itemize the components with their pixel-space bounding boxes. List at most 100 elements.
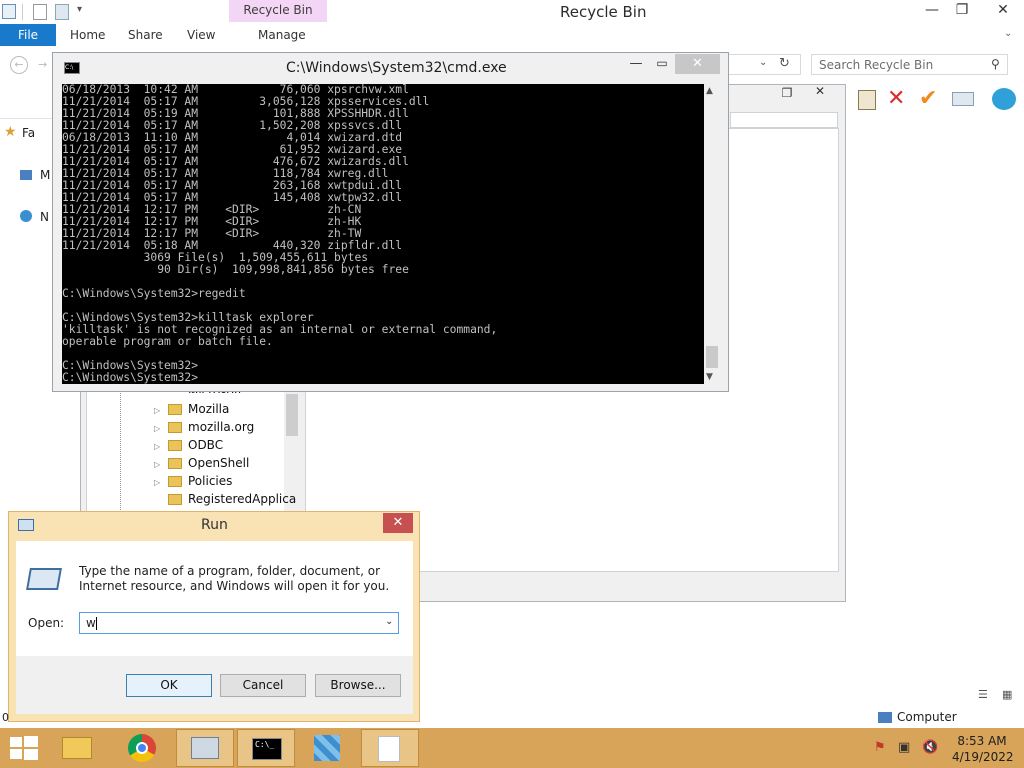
nav-item-favorites[interactable]: Fa xyxy=(22,126,35,140)
open-label: Open: xyxy=(28,616,65,630)
quick-access-dropdown-icon[interactable]: ▾ xyxy=(77,4,82,15)
taskbar-clock[interactable]: 8:53 AM 4/19/2022 xyxy=(952,733,1014,765)
minimize-button[interactable]: — xyxy=(918,0,946,22)
taskbar-task-manager[interactable] xyxy=(176,729,234,767)
tab-share[interactable]: Share xyxy=(128,24,163,46)
taskbar-cmd[interactable]: C:\_ xyxy=(237,729,295,767)
properties-icon[interactable] xyxy=(33,4,47,20)
cmd-icon: C:\_ xyxy=(252,738,282,760)
taskbar-file-explorer[interactable] xyxy=(50,729,108,767)
cmd-scrollbar[interactable] xyxy=(704,84,720,384)
maximize-button[interactable]: ❐ xyxy=(948,0,976,22)
search-input[interactable]: Search Recycle Bin xyxy=(811,54,1008,75)
nav-item-computer[interactable]: M xyxy=(40,168,50,182)
address-dropdown-icon[interactable]: ⌄ xyxy=(759,57,767,68)
cmd-close-button[interactable]: ✕ xyxy=(675,54,720,74)
clock-date: 4/19/2022 xyxy=(952,750,1014,764)
clock-time: 8:53 AM xyxy=(957,734,1007,748)
volume-muted-icon[interactable]: 🔇 xyxy=(922,740,938,755)
tree-item-odbc[interactable]: ODBC xyxy=(188,438,223,452)
delete-x-icon[interactable]: ✕ xyxy=(887,86,905,111)
folder-icon xyxy=(168,476,182,487)
tab-file[interactable]: File xyxy=(0,24,56,46)
regedit-close-button[interactable]: ✕ xyxy=(805,84,835,100)
tab-manage[interactable]: Manage xyxy=(258,24,306,46)
scroll-up-icon[interactable]: ▲ xyxy=(706,86,713,96)
cmd-title: C:\Windows\System32\cmd.exe xyxy=(286,60,507,76)
nav-item-network[interactable]: N xyxy=(40,210,49,224)
folder-icon xyxy=(168,440,182,451)
tree-item-registeredapplications[interactable]: RegisteredApplica xyxy=(188,492,296,506)
browse-button[interactable]: Browse... xyxy=(315,674,401,697)
cmd-line: C:\Windows\System32> xyxy=(62,371,199,384)
star-icon: ★ xyxy=(4,124,17,140)
network-tray-icon[interactable]: ▣ xyxy=(898,740,910,755)
cmd-scroll-thumb[interactable] xyxy=(706,346,718,368)
open-dropdown-chevron-icon[interactable]: ⌄ xyxy=(385,616,393,627)
run-title-icon xyxy=(18,519,34,531)
explorer-title-bar xyxy=(0,0,1024,24)
divider xyxy=(22,4,23,20)
tab-home[interactable]: Home xyxy=(70,24,105,46)
close-button[interactable]: ✕ xyxy=(982,0,1024,22)
details-view-icon[interactable]: ☰ xyxy=(978,688,988,701)
document-icon xyxy=(378,736,400,762)
cmd-maximize-button[interactable]: ▭ xyxy=(652,56,672,70)
start-windows-icon[interactable] xyxy=(10,736,38,760)
tree-item-policies[interactable]: Policies xyxy=(188,474,232,488)
search-icon: ⚲ xyxy=(991,57,1000,71)
globe-icon[interactable] xyxy=(992,88,1016,110)
cmd-minimize-button[interactable]: — xyxy=(626,56,646,71)
regedit-scroll-thumb[interactable] xyxy=(286,394,298,436)
taskbar-chrome[interactable] xyxy=(114,729,172,767)
cmd-console[interactable]: 06/18/2013 10:42 AM 76,060 xpsrchvw.xml 1… xyxy=(62,84,704,384)
computer-icon xyxy=(20,170,32,180)
new-folder-icon[interactable] xyxy=(55,4,69,20)
folder-icon xyxy=(168,458,182,469)
folder-icon xyxy=(62,737,92,759)
refresh-icon[interactable]: ↻ xyxy=(779,56,790,71)
properties-window-icon[interactable] xyxy=(952,92,974,106)
expand-arrow-icon[interactable]: ▷ xyxy=(154,442,160,451)
regedit-maximize-button[interactable]: ❐ xyxy=(775,86,799,100)
run-description: Type the name of a program, folder, docu… xyxy=(79,564,390,593)
task-manager-icon xyxy=(191,737,219,759)
expand-arrow-icon[interactable]: ▷ xyxy=(154,406,160,415)
window-title: Recycle Bin xyxy=(560,3,647,21)
folder-icon xyxy=(168,422,182,433)
folder-icon xyxy=(168,404,182,415)
tree-item-mozilla-org[interactable]: mozilla.org xyxy=(188,420,254,434)
open-input[interactable]: w xyxy=(79,612,399,634)
folder-icon xyxy=(168,494,182,505)
context-tab-recycle-bin-tools: Recycle Bin Tools xyxy=(229,0,327,38)
ok-button[interactable]: OK xyxy=(126,674,212,697)
computer-icon xyxy=(878,712,892,723)
tree-guide xyxy=(120,388,122,512)
clipboard-icon[interactable] xyxy=(858,90,876,110)
tab-view[interactable]: View xyxy=(187,24,215,46)
run-close-button[interactable]: ✕ xyxy=(383,513,413,533)
cmd-line: 90 Dir(s) 109,998,841,856 bytes free xyxy=(62,263,409,276)
cancel-button[interactable]: Cancel xyxy=(220,674,306,697)
regedit-column-header xyxy=(730,112,838,128)
scroll-down-icon[interactable]: ▼ xyxy=(706,372,713,382)
expand-arrow-icon[interactable]: ▷ xyxy=(154,424,160,433)
expand-arrow-icon[interactable]: ▷ xyxy=(154,478,160,487)
status-location: Computer xyxy=(897,710,957,724)
action-center-flag-icon[interactable]: ⚑ xyxy=(874,740,886,755)
recycle-bin-icon xyxy=(2,4,16,19)
taskbar-run[interactable] xyxy=(361,729,419,767)
large-icons-view-icon[interactable]: ▦ xyxy=(1002,688,1012,701)
cmd-line: C:\Windows\System32>regedit xyxy=(62,287,246,300)
tree-item-mozilla[interactable]: Mozilla xyxy=(188,402,229,416)
tree-item-openshell[interactable]: OpenShell xyxy=(188,456,249,470)
ribbon-expand-icon[interactable]: ⌄ xyxy=(1004,28,1012,39)
back-arrow-icon[interactable]: ← xyxy=(10,56,28,74)
taskbar-regedit[interactable] xyxy=(300,729,358,767)
run-icon xyxy=(26,568,62,590)
cmd-app-icon: C:\ xyxy=(64,62,80,74)
checkmark-icon[interactable]: ✔ xyxy=(919,86,937,111)
run-title: Run xyxy=(201,517,228,533)
forward-arrow-icon[interactable]: → xyxy=(38,56,52,74)
expand-arrow-icon[interactable]: ▷ xyxy=(154,460,160,469)
